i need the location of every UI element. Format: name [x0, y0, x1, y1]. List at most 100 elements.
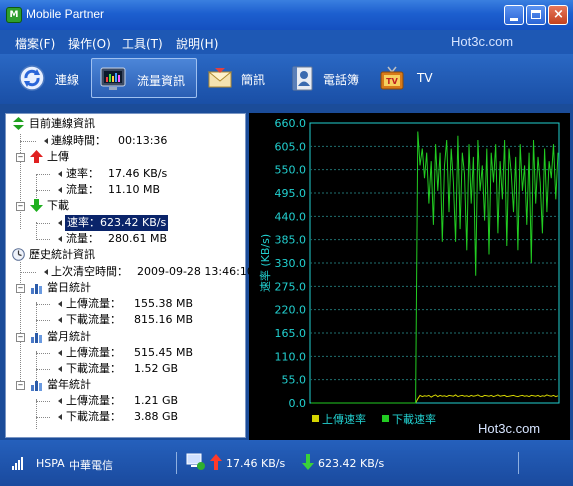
tree-label: 速率：: [67, 216, 100, 229]
computer-network-icon: [186, 453, 205, 470]
watermark-top: Hot3c.com: [451, 34, 514, 49]
y-tick-label: 165.0: [275, 327, 307, 340]
legend-swatch: [312, 415, 319, 422]
legend-swatch: [382, 415, 389, 422]
series-line-download: [311, 131, 559, 404]
minimize-button[interactable]: [504, 5, 524, 25]
y-axis-label: 速率 (KB/s): [258, 234, 272, 292]
collapse-icon[interactable]: −: [16, 381, 25, 390]
y-tick-label: 605.0: [275, 140, 307, 153]
tree-value: 515.45 MB: [134, 346, 194, 359]
tree-label: 下載流量：: [66, 313, 121, 326]
statistics-tree[interactable]: 目前連線資訊 連線時間： 00:13:36 − 上傳 速率： 17.46 KB/…: [5, 113, 254, 438]
tree-label: 下載: [47, 199, 69, 212]
legend-label: 下載速率: [392, 412, 436, 426]
bar-chart-icon: [31, 333, 42, 343]
carrier-name: 中華電信: [69, 459, 113, 472]
tab-connect[interactable]: 連線: [14, 58, 84, 98]
legend-label: 上傳速率: [322, 412, 366, 426]
clock-icon: [12, 248, 25, 261]
tree-label: 下載流量：: [66, 362, 121, 375]
bar-chart-icon: [31, 381, 42, 391]
tree-value: 17.46 KB/s: [108, 167, 168, 180]
window-title: Mobile Partner: [26, 7, 105, 21]
tab-sms-label: 簡訊: [241, 73, 266, 87]
svg-text:TV: TV: [386, 77, 398, 86]
menu-operation[interactable]: 操作(O): [68, 35, 111, 52]
menu-help[interactable]: 說明(H): [176, 35, 218, 52]
tree-value: 11.10 MB: [108, 183, 161, 196]
tab-tv-label: TV: [417, 71, 433, 85]
signal-strength-icon: [12, 457, 23, 470]
tree-label: 連線時間：: [51, 134, 106, 147]
tree-label: 下載流量：: [66, 410, 121, 423]
collapse-icon[interactable]: −: [16, 153, 25, 162]
menu-file[interactable]: 檔案(F): [15, 35, 55, 52]
refresh-icon: [19, 65, 45, 91]
toolbar: 連線 流量資訊 簡訊 電話簿 TV TV: [0, 54, 573, 104]
down-arrow-icon: [30, 199, 43, 212]
tree-value: 1.52 GB: [134, 362, 179, 375]
tv-icon: TV: [380, 66, 404, 90]
tree-label: 上次清空時間：: [51, 265, 128, 278]
up-down-arrows-icon: [13, 117, 24, 130]
upload-arrow-icon: [210, 454, 222, 470]
contact-book-icon: [292, 66, 313, 91]
tree-label: 流量：: [66, 183, 99, 196]
y-tick-label: 55.0: [282, 374, 307, 387]
speed-chart: 660.0 605.0 550.0 495.0 440.0 385.0 330.0 275.0…: [258, 117, 560, 426]
menu-tools[interactable]: 工具(T): [122, 35, 163, 52]
content-area: 目前連線資訊 連線時間： 00:13:36 − 上傳 速率： 17.46 KB/…: [0, 104, 573, 441]
y-tick-label: 110.0: [275, 350, 307, 363]
y-tick-label: 220.0: [275, 304, 307, 317]
close-button[interactable]: ×: [548, 5, 568, 25]
y-tick-label: 330.0: [275, 257, 307, 270]
y-tick-label: 660.0: [275, 117, 307, 130]
tree-value: 280.61 MB: [108, 232, 168, 245]
y-tick-label: 385.0: [275, 234, 307, 247]
app-logo-icon: M: [6, 7, 22, 23]
status-upload-rate: 17.46 KB/s: [226, 457, 286, 470]
tree-value: 815.16 MB: [134, 313, 194, 326]
maximize-button[interactable]: [526, 5, 546, 25]
close-icon: ×: [553, 7, 564, 22]
download-arrow-icon: [302, 454, 314, 470]
y-tick-label: 0.0: [289, 397, 307, 410]
tree-label: 目前連線資訊: [29, 117, 95, 130]
tab-sms[interactable]: 簡訊: [202, 58, 274, 98]
tree-label: 當年統計: [47, 378, 91, 391]
status-download-rate: 623.42 KB/s: [318, 457, 385, 470]
y-tick-label: 550.0: [275, 164, 307, 177]
tree-label: 上傳流量：: [66, 297, 121, 310]
tree-label: 歷史統計資訊: [29, 248, 95, 261]
tree-value: 2009-09-28 13:46:10: [137, 265, 254, 278]
speed-chart-panel: 660.0 605.0 550.0 495.0 440.0 385.0 330.0 275.0…: [249, 113, 570, 441]
tree-label: 流量：: [66, 232, 99, 245]
up-arrow-icon: [30, 150, 43, 163]
collapse-icon[interactable]: −: [16, 202, 25, 211]
envelope-icon: [207, 68, 233, 88]
tree-value: 155.38 MB: [134, 297, 194, 310]
collapse-icon[interactable]: −: [16, 284, 25, 293]
y-tick-label: 495.0: [275, 187, 307, 200]
monitor-chart-icon: [100, 67, 126, 90]
tab-phonebook[interactable]: 電話簿: [284, 58, 366, 98]
tree-value: 3.88 GB: [134, 410, 179, 423]
tree-label: 速率：: [66, 167, 99, 180]
tree-value: 623.42 KB/s: [100, 216, 167, 229]
watermark-bottom: Hot3c.com: [478, 421, 541, 436]
tree-label: 當月統計: [47, 330, 91, 343]
tab-phonebook-label: 電話簿: [323, 73, 360, 87]
bar-chart-icon: [31, 284, 42, 294]
tab-traffic-info[interactable]: 流量資訊: [91, 58, 197, 98]
tab-traffic-info-label: 流量資訊: [137, 74, 186, 88]
y-tick-label: 440.0: [275, 210, 307, 223]
title-bar: M Mobile Partner ×: [0, 0, 573, 30]
tree-value: 00:13:36: [118, 134, 168, 147]
tree-label: 上傳: [47, 150, 69, 163]
tree-selected-item[interactable]: 速率：623.42 KB/s: [65, 215, 169, 231]
tree-value: 1.21 GB: [134, 394, 179, 407]
tab-connect-label: 連線: [55, 73, 80, 87]
collapse-icon[interactable]: −: [16, 333, 25, 342]
tab-tv[interactable]: TV TV: [374, 58, 436, 98]
